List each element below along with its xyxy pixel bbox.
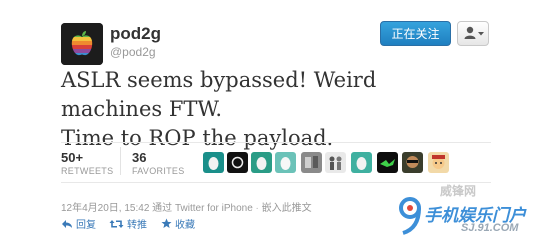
- egg-avatar-icon: [275, 152, 296, 173]
- apple-logo-icon: [61, 23, 103, 65]
- reply-action[interactable]: 回复: [61, 216, 96, 231]
- egg-avatar-icon: [251, 152, 272, 173]
- favorites-count[interactable]: 36: [132, 150, 146, 165]
- favoriter-avatar[interactable]: [428, 152, 449, 173]
- retweets-count[interactable]: 50+: [61, 150, 83, 165]
- sunglasses-avatar-icon: [402, 152, 423, 173]
- favorites-label[interactable]: FAVORITES: [132, 166, 185, 176]
- retweet-action[interactable]: 转推: [109, 216, 147, 231]
- figures-avatar-icon: [325, 152, 346, 173]
- favoriter-avatar[interactable]: [377, 152, 398, 173]
- user-display-name[interactable]: pod2g: [110, 24, 161, 44]
- favoriter-avatar[interactable]: [227, 152, 248, 173]
- watermark-url: SJ.91.COM: [461, 222, 519, 234]
- person-icon: [464, 26, 484, 39]
- meta-separator: ·: [255, 203, 259, 214]
- retweet-label: 转推: [127, 220, 147, 231]
- divider-top: [61, 142, 491, 143]
- user-avatar[interactable]: [61, 23, 103, 65]
- client-link[interactable]: Twitter for iPhone: [175, 203, 253, 214]
- favoriter-avatar[interactable]: [402, 152, 423, 173]
- reply-icon: [62, 219, 72, 228]
- via-text: 通过: [152, 203, 173, 214]
- favorite-label: 收藏: [175, 220, 195, 231]
- favoriter-avatar[interactable]: [203, 152, 224, 173]
- favoriter-avatar[interactable]: [325, 152, 346, 173]
- watermark-nine-icon: [399, 197, 421, 235]
- divider-bottom: [61, 182, 491, 183]
- retweet-icon: [109, 219, 124, 228]
- gray-avatar-icon: [301, 152, 322, 173]
- tweet-text-line-2: Time to ROP the payload.: [61, 126, 334, 150]
- stat-separator: [120, 147, 121, 175]
- favorite-action[interactable]: 收藏: [161, 216, 195, 231]
- tweet-timestamp[interactable]: 12年4月20日, 15:42: [61, 203, 149, 214]
- favoriter-avatar[interactable]: [351, 152, 372, 173]
- caret-down-icon: [478, 32, 484, 36]
- following-button[interactable]: 正在关注: [380, 21, 451, 46]
- embed-tweet-link[interactable]: 嵌入此推文: [262, 203, 312, 214]
- reply-label: 回复: [76, 220, 96, 231]
- user-handle[interactable]: @pod2g: [110, 45, 156, 59]
- green-splash-avatar-icon: [377, 152, 398, 173]
- favoriter-avatar[interactable]: [251, 152, 272, 173]
- favoriter-avatar[interactable]: [275, 152, 296, 173]
- retweets-label[interactable]: RETWEETS: [61, 166, 113, 176]
- tweet-text-line-1: ASLR seems bypassed! Weird machines FTW.: [61, 68, 377, 121]
- dark-ring-avatar-icon: [227, 152, 248, 173]
- favoriter-avatar[interactable]: [301, 152, 322, 173]
- egg-avatar-icon: [203, 152, 224, 173]
- tweet-meta: 12年4月20日, 15:42 通过 Twitter for iPhone · …: [61, 199, 312, 214]
- user-actions-dropdown[interactable]: [457, 21, 489, 46]
- watermark-logo: [396, 196, 426, 241]
- star-icon: [161, 218, 172, 228]
- egg-avatar-icon: [351, 152, 372, 173]
- tweet-text: ASLR seems bypassed! Weird machines FTW.…: [61, 66, 481, 153]
- cartoon-face-avatar-icon: [428, 152, 449, 173]
- watermark-site-name: 威锋网: [440, 184, 477, 198]
